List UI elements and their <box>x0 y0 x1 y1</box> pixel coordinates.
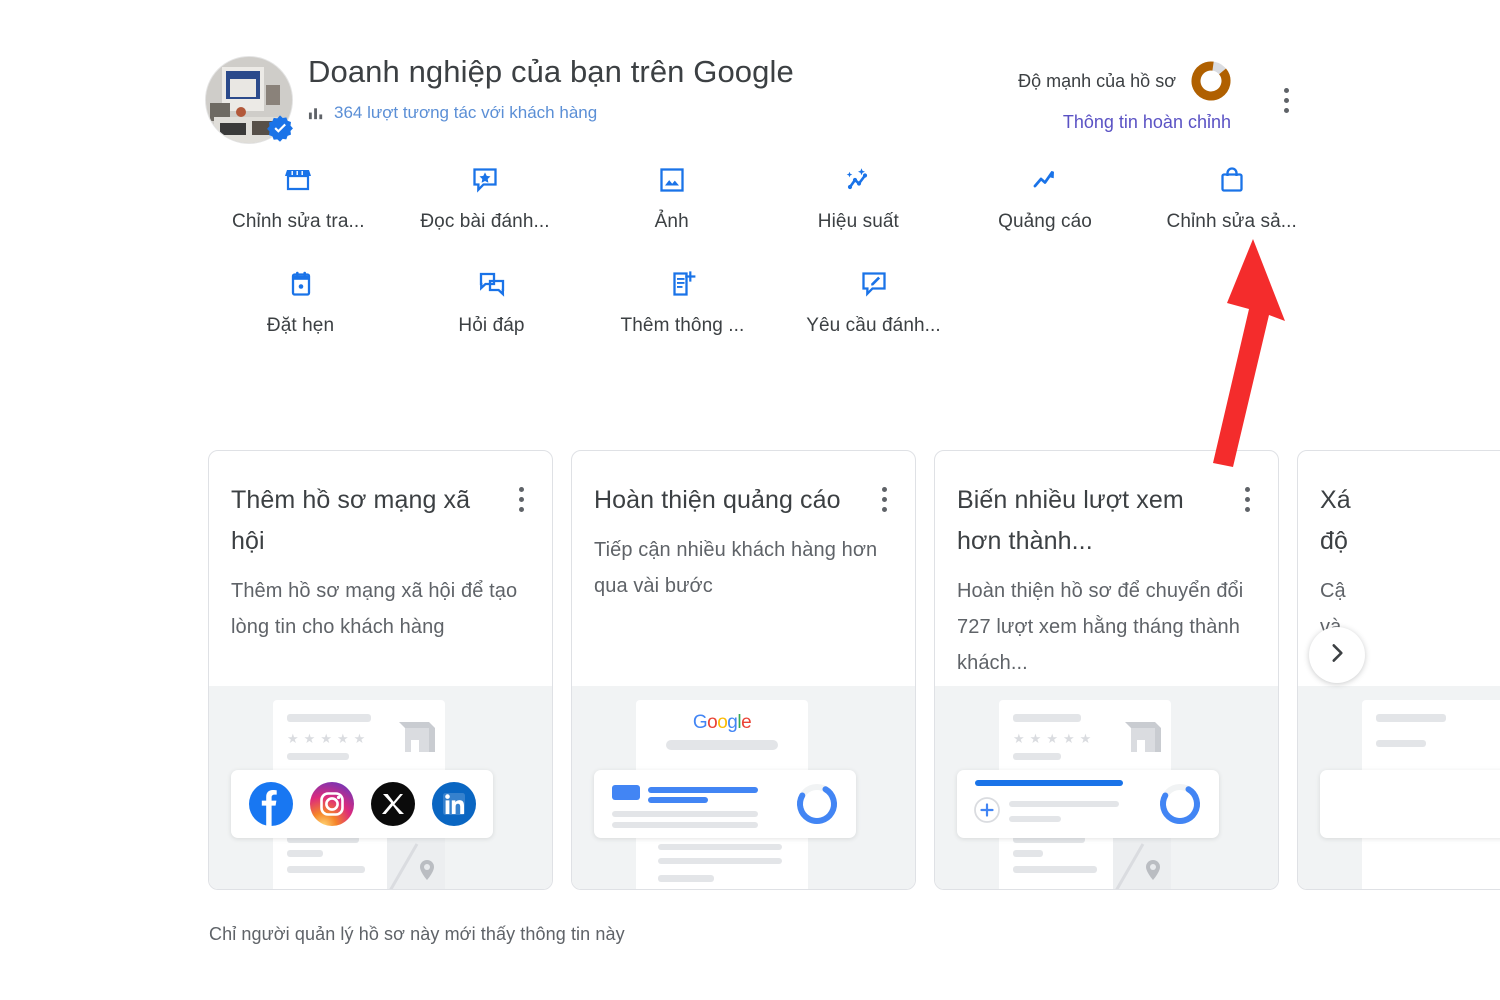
task-card-more-options-icon[interactable] <box>871 483 897 515</box>
action-ads[interactable]: Quảng cáo <box>952 163 1139 234</box>
task-card[interactable]: Thêm hồ sơ mạng xã hội Thêm hồ sơ mạng x… <box>208 450 553 890</box>
storefront-icon <box>281 163 315 197</box>
task-card-header: Biến nhiều lượt xem hơn thành... Hoàn th… <box>935 451 1278 686</box>
quick-actions-row-2: Đặt hẹn Hỏi đáp Thêm thông ... Yêu cầu đ… <box>205 267 1325 338</box>
action-request-review[interactable]: Yêu cầu đánh... <box>778 267 969 338</box>
shopping-bag-icon <box>1215 163 1249 197</box>
action-qa[interactable]: Hỏi đáp <box>396 267 587 338</box>
task-card-header: Thêm hồ sơ mạng xã hội Thêm hồ sơ mạng x… <box>209 451 552 686</box>
bar-chart-icon <box>308 105 325 122</box>
task-card-title: Hoàn thiện quảng cáo <box>594 486 841 514</box>
avatar[interactable] <box>205 56 293 144</box>
footnote: Chỉ người quản lý hồ sơ này mới thấy thô… <box>209 924 625 944</box>
task-card[interactable]: Biến nhiều lượt xem hơn thành... Hoàn th… <box>934 450 1279 890</box>
facebook-icon <box>248 782 293 826</box>
progress-ring-icon <box>794 781 840 832</box>
verified-badge-icon <box>266 114 294 142</box>
profile-header: Doanh nghiệp của bạn trên Google 364 lượ… <box>205 52 1300 148</box>
task-card-title-line1: Xá <box>1320 486 1351 514</box>
photo-icon <box>655 163 689 197</box>
add-note-icon <box>666 267 700 301</box>
action-read-reviews[interactable]: Đọc bài đánh... <box>392 163 579 234</box>
interactions-row[interactable]: 364 lượt tương tác với khách hàng <box>308 102 597 124</box>
action-add-info[interactable]: Thêm thông ... <box>587 267 778 338</box>
action-label: Quảng cáo <box>998 211 1092 232</box>
task-card-description: Thêm hồ sơ mạng xã hội để tạo lòng tin c… <box>231 580 518 638</box>
request-review-icon <box>857 267 891 301</box>
performance-sparkle-icon <box>841 163 875 197</box>
chevron-right-icon <box>1324 640 1350 671</box>
task-cards-carousel: Thêm hồ sơ mạng xã hội Thêm hồ sơ mạng x… <box>208 450 1500 892</box>
task-card-more-options-icon[interactable] <box>508 483 534 515</box>
calendar-icon <box>284 267 318 301</box>
task-cards-list: Thêm hồ sơ mạng xã hội Thêm hồ sơ mạng x… <box>208 450 1500 890</box>
task-card-title: Biến nhiều lượt xem hơn thành... <box>957 486 1184 555</box>
action-bookings[interactable]: Đặt hẹn <box>205 267 396 338</box>
task-card-description-line1: Cậ <box>1320 580 1346 602</box>
action-photos[interactable]: Ảnh <box>578 163 765 234</box>
profile-strength: Độ mạnh của hồ sơ Thông tin hoàn chỉnh <box>932 60 1232 134</box>
task-card-title: Thêm hồ sơ mạng xã hội <box>231 486 471 555</box>
action-label: Chỉnh sửa sả... <box>1166 211 1297 232</box>
interactions-count-label: 364 lượt tương tác với khách hàng <box>334 103 598 122</box>
task-card-header: Hoàn thiện quảng cáo Tiếp cận nhiều khác… <box>572 451 915 686</box>
quick-actions-row-1: Chỉnh sửa tra... Đọc bài đánh... Ảnh Hiệ… <box>205 163 1325 234</box>
action-label: Chỉnh sửa tra... <box>232 211 365 232</box>
task-card[interactable]: Hoàn thiện quảng cáo Tiếp cận nhiều khác… <box>571 450 916 890</box>
more-options-icon[interactable] <box>1272 82 1300 118</box>
instagram-icon <box>309 782 354 826</box>
action-edit-profile[interactable]: Chỉnh sửa tra... <box>205 163 392 234</box>
add-circle-icon <box>973 796 1001 829</box>
question-answer-icon <box>475 267 509 301</box>
page-title: Doanh nghiệp của bạn trên Google <box>308 54 794 89</box>
action-label: Hỏi đáp <box>458 315 525 336</box>
profile-strength-label: Độ mạnh của hồ sơ <box>1018 71 1176 91</box>
action-label: Yêu cầu đánh... <box>806 315 941 336</box>
task-card-title-line2: độ <box>1320 527 1349 555</box>
trending-up-icon <box>1028 163 1062 197</box>
action-edit-products[interactable]: Chỉnh sửa sả... <box>1138 163 1325 234</box>
action-label: Thêm thông ... <box>620 315 745 336</box>
google-logo: Google <box>692 712 752 733</box>
x-twitter-icon <box>370 782 415 826</box>
profile-strength-link[interactable]: Thông tin hoàn chỉnh <box>932 110 1232 134</box>
social-icons-overlay <box>231 770 493 838</box>
progress-ring-icon <box>1157 781 1203 832</box>
linkedin-icon <box>431 782 476 826</box>
quick-actions-grid: Chỉnh sửa tra... Đọc bài đánh... Ảnh Hiệ… <box>205 163 1325 338</box>
carousel-next-button[interactable] <box>1309 627 1365 683</box>
task-card-illustration <box>1298 686 1500 889</box>
task-card-illustration: ★ ★ ★ ★ ★ <box>935 686 1278 889</box>
action-label: Ảnh <box>654 211 689 232</box>
review-star-bubble-icon <box>468 163 502 197</box>
task-card-description: Tiếp cận nhiều khách hàng hơn qua vài bư… <box>594 539 878 597</box>
action-label: Đọc bài đánh... <box>420 211 550 232</box>
task-card-more-options-icon[interactable] <box>1234 483 1260 515</box>
action-label: Hiệu suất <box>817 211 899 232</box>
profile-strength-ring <box>1190 60 1232 102</box>
task-card-title: Xá độ <box>1320 480 1500 562</box>
task-card-illustration: ★ ★ ★ ★ ★ <box>209 686 552 889</box>
task-card-description: Hoàn thiện hồ sơ để chuyển đổi 727 lượt … <box>957 580 1244 674</box>
action-performance[interactable]: Hiệu suất <box>765 163 952 234</box>
task-card-illustration: Google <box>572 686 915 889</box>
action-label: Đặt hẹn <box>266 315 335 336</box>
